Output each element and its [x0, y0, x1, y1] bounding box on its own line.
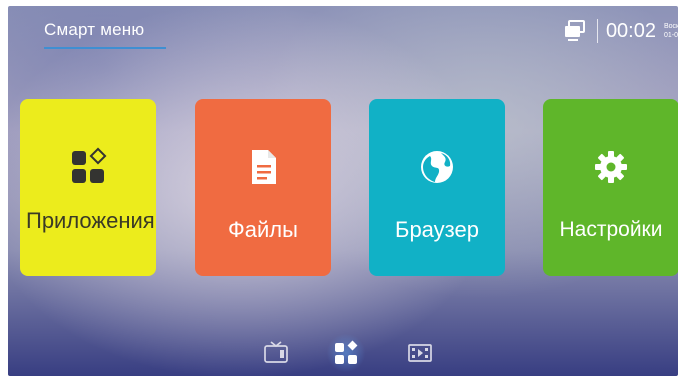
globe-icon — [421, 151, 453, 183]
bottom-dock — [263, 334, 433, 372]
screen-mirror-icon — [564, 20, 585, 41]
media-icon[interactable] — [407, 340, 433, 366]
document-icon — [252, 150, 276, 184]
tv-icon[interactable] — [263, 340, 289, 366]
apps-grid-icon — [72, 147, 107, 183]
smart-menu-screen: Смарт меню 00:02 Воскр 01-01 Приложения — [8, 6, 678, 376]
tile-label-browser: Браузер — [395, 217, 479, 242]
status-bar: 00:02 Воскр 01-01 — [563, 16, 678, 46]
tile-label-applications: Приложения — [26, 208, 155, 233]
gear-icon — [595, 151, 627, 183]
title-underline — [44, 47, 166, 49]
page-title: Смарт меню — [44, 20, 145, 39]
home-apps-icon[interactable] — [333, 340, 359, 366]
date-value: 01-01 — [664, 32, 678, 39]
tile-files[interactable]: Файлы — [195, 99, 331, 276]
clock: 00:02 — [605, 19, 656, 42]
status-divider — [596, 19, 598, 43]
date-day: Воскр — [664, 23, 678, 30]
date-display: Воскр 01-01 — [664, 22, 678, 40]
tile-applications[interactable]: Приложения — [20, 99, 156, 276]
tile-label-files: Файлы — [228, 217, 298, 242]
tile-label-settings: Настройки — [559, 218, 663, 241]
tile-browser[interactable]: Браузер — [369, 99, 505, 276]
tile-settings[interactable]: Настройки — [543, 99, 678, 276]
